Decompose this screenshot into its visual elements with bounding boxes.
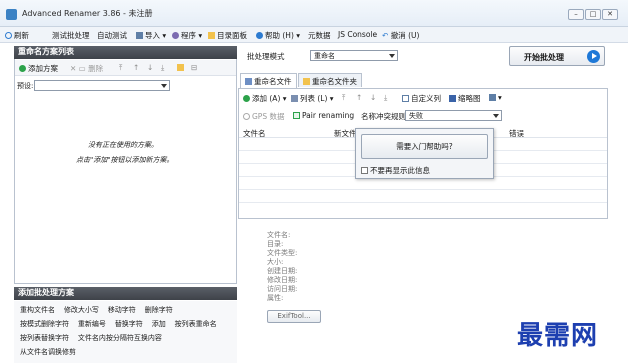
- refresh-icon: [5, 32, 12, 39]
- method-link[interactable]: 按列表重命名: [175, 320, 217, 328]
- help-icon: [256, 32, 263, 39]
- move-bottom-button[interactable]: ⤓: [384, 93, 387, 103]
- view-options-button[interactable]: ▾: [489, 93, 502, 102]
- method-link[interactable]: 按列表替换字符: [20, 334, 69, 342]
- metadata-button[interactable]: 元数据: [308, 30, 331, 41]
- exiftool-button[interactable]: ExifTool...: [267, 310, 321, 323]
- move-down-button[interactable]: ↓: [370, 93, 376, 102]
- gps-data-checkbox[interactable]: GPS 数据: [243, 111, 284, 122]
- open-preset-button[interactable]: [177, 63, 186, 72]
- files-options-row: GPS 数据 Pair renaming 名称冲突规则: 失败: [239, 109, 607, 123]
- add-method-button[interactable]: 添加方案: [19, 63, 58, 74]
- chevron-down-icon: [389, 54, 395, 58]
- dir-panel-button[interactable]: 目录面板: [208, 30, 247, 41]
- column-error[interactable]: 错误: [509, 128, 524, 139]
- chevron-down-icon: [161, 84, 167, 88]
- tab-rename-folders[interactable]: 重命名文件夹: [298, 73, 362, 87]
- checkbox-checked-icon: [293, 112, 300, 119]
- thumbnail-icon: [449, 95, 456, 102]
- list-icon: [291, 95, 298, 102]
- refresh-button[interactable]: 刷新: [5, 30, 29, 41]
- undo-icon: ↶: [382, 31, 389, 40]
- info-attributes: 属性:: [267, 294, 284, 302]
- method-link[interactable]: 添加: [152, 320, 166, 328]
- list-menu[interactable]: 列表 (L) ▾: [291, 93, 334, 104]
- add-icon: [19, 65, 26, 72]
- method-row-1: 重构文件名 修改大小写 移动字符 删除字符: [20, 305, 173, 315]
- grid-icon: [489, 94, 496, 101]
- preset-select[interactable]: [34, 80, 170, 91]
- columns-icon: [402, 95, 409, 102]
- js-console-button[interactable]: JS Console: [338, 30, 377, 39]
- folder-icon: [208, 32, 215, 39]
- help-popup: 需要入门帮助吗? 不要再显示此信息: [355, 128, 494, 179]
- method-link[interactable]: 删除字符: [145, 306, 173, 314]
- name-conflict-select[interactable]: 失败: [405, 110, 502, 121]
- gps-icon: [243, 113, 250, 120]
- move-down-button[interactable]: ↓: [147, 63, 153, 72]
- move-top-button[interactable]: ⤒: [119, 63, 122, 73]
- maximize-button[interactable]: □: [585, 9, 601, 20]
- help-menu[interactable]: 帮助 (H) ▾: [256, 30, 300, 41]
- import-icon: [136, 32, 143, 39]
- method-link[interactable]: 重构文件名: [20, 306, 55, 314]
- name-conflict-label: 名称冲突规则:: [361, 112, 409, 121]
- play-icon: [587, 50, 600, 63]
- app-icon: [6, 9, 17, 20]
- window-title: Advanced Renamer 3.86 - 未注册: [22, 9, 153, 18]
- chevron-down-icon: [493, 114, 499, 118]
- move-up-button[interactable]: ↑: [356, 93, 362, 102]
- column-filename[interactable]: 文件名: [243, 128, 266, 139]
- batch-mode-select[interactable]: 重命名: [310, 50, 398, 61]
- delete-method-button[interactable]: ✕ ▭ 删除: [70, 63, 103, 74]
- tab-rename-files[interactable]: 重命名文件: [240, 73, 297, 88]
- method-link[interactable]: 替换字符: [115, 320, 143, 328]
- pair-renaming-checkbox[interactable]: Pair renaming: [293, 111, 354, 120]
- test-batch-button[interactable]: 测试批处理: [52, 30, 90, 41]
- method-row-3: 按列表替换字符 文件名内按分隔符互换内容: [20, 333, 162, 343]
- auto-test-button[interactable]: 自动测试: [97, 30, 127, 41]
- method-list-toolbar: 添加方案 ✕ ▭ 删除 ⤒ ↑ ↓ ⤓ ⊟: [15, 60, 236, 76]
- add-files-button[interactable]: 添加 (A) ▾: [243, 93, 287, 104]
- import-menu[interactable]: 导入 ▾: [136, 30, 166, 41]
- watermark-logo: 最需网: [517, 321, 599, 351]
- method-row-2: 按模式删除字符 重新编号 替换字符 添加 按列表重命名: [20, 319, 217, 329]
- move-top-button[interactable]: ⤒: [342, 93, 345, 103]
- getting-started-button[interactable]: 需要入门帮助吗?: [361, 134, 488, 159]
- program-menu[interactable]: 程序 ▾: [172, 30, 202, 41]
- method-link[interactable]: 按模式删除字符: [20, 320, 69, 328]
- empty-message-2: 点击"添加"按钮以添加新方案。: [76, 156, 174, 164]
- move-up-button[interactable]: ↑: [133, 63, 139, 72]
- files-toolbar: 添加 (A) ▾ 列表 (L) ▾ ⤒ ↑ ↓ ⤓ 自定义列 缩略图 ▾: [239, 92, 607, 105]
- preset-label: 预设:: [17, 82, 34, 90]
- close-button[interactable]: ✕: [602, 9, 618, 20]
- start-batch-button[interactable]: 开始批处理: [509, 46, 605, 66]
- add-icon: [243, 95, 250, 102]
- method-link[interactable]: 从文件名调换修剪: [20, 348, 76, 356]
- method-link[interactable]: 修改大小写: [64, 306, 99, 314]
- undo-button[interactable]: ↶ 撤消 (U): [382, 30, 419, 41]
- method-link[interactable]: 重新编号: [78, 320, 106, 328]
- file-icon: [245, 78, 252, 85]
- add-method-header: 添加批处理方案: [14, 287, 237, 300]
- method-list-header: 重命名方案列表: [14, 46, 237, 59]
- main-toolbar: 刷新 测试批处理 自动测试 导入 ▾ 程序 ▾ 目录面板 帮助 (H) ▾ 元数…: [0, 27, 628, 43]
- empty-message-1: 没有正在使用的方案。: [88, 141, 158, 149]
- method-link[interactable]: 文件名内按分隔符互换内容: [78, 334, 162, 342]
- minimize-button[interactable]: –: [568, 9, 584, 20]
- move-bottom-button[interactable]: ⤓: [161, 63, 164, 73]
- folder-icon: [303, 78, 310, 85]
- batch-mode-label: 批处理模式: [247, 52, 285, 61]
- method-link[interactable]: 移动字符: [108, 306, 136, 314]
- folder-icon: [177, 64, 184, 71]
- save-preset-button[interactable]: ⊟: [191, 63, 197, 72]
- program-icon: [172, 32, 179, 39]
- custom-columns-button[interactable]: 自定义列: [402, 93, 441, 104]
- dont-show-again-checkbox[interactable]: 不要再显示此信息: [361, 165, 430, 176]
- checkbox-icon: [361, 167, 368, 174]
- method-row-4: 从文件名调换修剪: [20, 347, 76, 357]
- thumbnails-button[interactable]: 缩略图: [449, 93, 481, 104]
